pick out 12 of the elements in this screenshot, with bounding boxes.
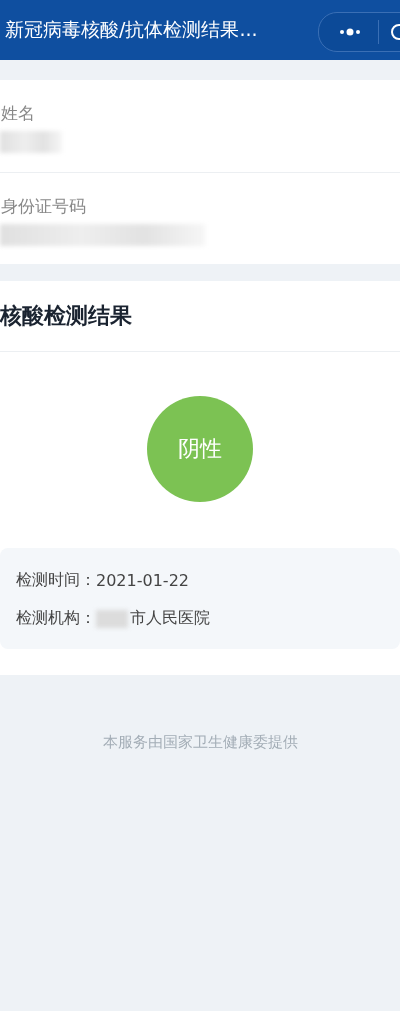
detail-label: 检测时间： (16, 570, 96, 591)
detail-value: 2021-01-22 (96, 571, 189, 590)
result-circle: 阴性 (147, 395, 253, 502)
footer-note: 本服务由国家卫生健康委提供 (102, 733, 298, 751)
capsule-menu[interactable] (318, 12, 400, 52)
detail-value: 市人民医院 (130, 608, 210, 629)
field-label: 姓名 (1, 102, 36, 125)
page-title: 新冠病毒核酸/抗体检测结果... (5, 17, 258, 42)
field-label: 身份证号码 (1, 195, 87, 218)
detail-label: 检测机构： (16, 608, 96, 629)
section-title: 核酸检测结果 (0, 302, 132, 330)
more-icon[interactable] (338, 28, 362, 36)
